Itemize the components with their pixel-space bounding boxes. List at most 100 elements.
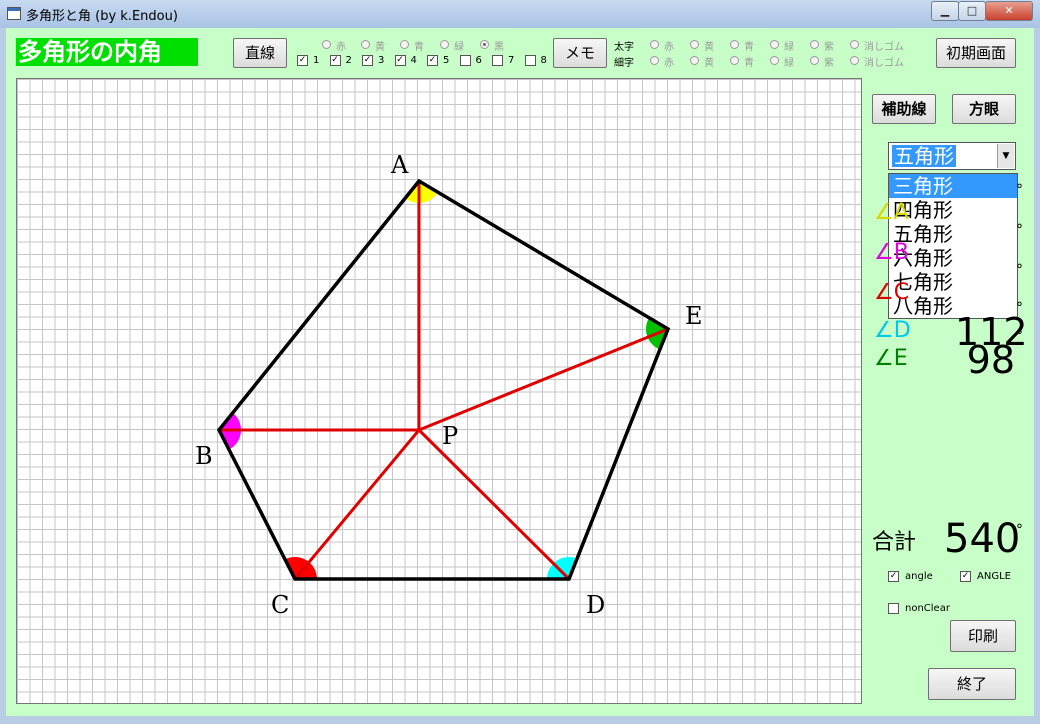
memo-radio-2-2[interactable] xyxy=(690,56,699,65)
minimize-button[interactable]: ▁ xyxy=(931,1,959,21)
vertex-label-B: B xyxy=(195,442,213,470)
memo-radio-label-1-4: 緑 xyxy=(784,42,794,53)
color-radio-label-1: 赤 xyxy=(336,42,346,53)
close-button[interactable]: ✕ xyxy=(985,1,1033,21)
vertex-label-A: A xyxy=(390,151,409,179)
memo-radio-2-6[interactable] xyxy=(850,56,859,65)
shape-select-value: 五角形 xyxy=(892,144,956,168)
polygon-edges xyxy=(216,178,671,581)
thin-label: 細字 xyxy=(614,58,634,69)
vertex-checkbox-6[interactable] xyxy=(459,55,471,66)
memo-radio-label-2-6: 消しゴム xyxy=(864,58,904,69)
memo-radio-2-4[interactable] xyxy=(770,56,779,65)
maximize-button[interactable]: □ xyxy=(958,1,986,21)
angle-label-4: ∠D xyxy=(874,318,911,343)
line-button[interactable]: 直線 xyxy=(233,38,287,68)
memo-radio-1-5[interactable] xyxy=(810,40,819,49)
total-label: 合計 xyxy=(872,530,917,555)
vertex-checkbox-1[interactable]: ✓ xyxy=(297,55,308,66)
memo-button[interactable]: メモ xyxy=(553,38,607,68)
color-radio-label-5: 黒 xyxy=(494,42,504,53)
aux-line-D xyxy=(417,428,571,581)
app-window-icon[interactable] xyxy=(7,7,21,20)
app-title: 多角形の内角 xyxy=(16,38,198,66)
vertex-checkbox-label-1: 1 xyxy=(313,55,320,66)
total-value: 540 xyxy=(944,516,1021,562)
color-radio-label-3: 青 xyxy=(414,42,424,53)
color-radio-5[interactable] xyxy=(480,40,489,49)
grid-toggle-button[interactable]: 方眼 xyxy=(952,94,1016,124)
total-degree: ° xyxy=(1016,522,1023,538)
exit-button[interactable]: 終了 xyxy=(928,668,1016,700)
vertex-checkbox-label-4: 4 xyxy=(410,55,417,66)
vertex-checkbox-label-7: 7 xyxy=(508,55,515,66)
vertex-checkbox-label-5: 5 xyxy=(443,55,450,66)
memo-radio-1-2[interactable] xyxy=(690,40,699,49)
vertex-checkbox-label-2: 2 xyxy=(345,55,352,66)
vertex-checkbox-3[interactable]: ✓ xyxy=(362,55,373,66)
angle-degree-3: ° xyxy=(1016,262,1023,278)
title-bar: 多角形と角 (by k.Endou) ▁ □ ✕ xyxy=(0,0,1040,28)
vertex-checkbox-label-6: 6 xyxy=(475,55,482,66)
drawing-grid[interactable]: A B C D E P xyxy=(16,78,862,704)
memo-radio-2-1[interactable] xyxy=(650,56,659,65)
shape-option-1[interactable]: 三角形 xyxy=(889,174,1017,198)
color-radio-1[interactable] xyxy=(322,40,331,49)
color-radio-label-4: 緑 xyxy=(454,42,464,53)
angle-value-5: 98 xyxy=(966,338,1015,382)
aux-line-C xyxy=(293,429,421,580)
angle-label-5: ∠E xyxy=(874,346,908,371)
vertex-checkbox-8[interactable] xyxy=(524,55,536,66)
thick-label: 太字 xyxy=(614,42,634,53)
color-radio-3[interactable] xyxy=(400,40,409,49)
angle-label-2: ∠B xyxy=(874,240,909,265)
angle-label-1: ∠A xyxy=(874,200,909,225)
nonclear-checkbox-label: nonClear xyxy=(905,603,950,614)
memo-radio-1-1[interactable] xyxy=(650,40,659,49)
vertex-checkbox-4[interactable]: ✓ xyxy=(394,55,406,66)
memo-radio-1-3[interactable] xyxy=(730,40,739,49)
angle-degree-1: ° xyxy=(1016,182,1023,198)
shape-select[interactable]: 五角形 ▼ xyxy=(888,142,1016,170)
vertex-checkbox-label-3: 3 xyxy=(378,55,385,66)
polygon-canvas: A B C D E P xyxy=(195,151,703,619)
memo-radio-label-1-3: 青 xyxy=(744,42,754,53)
memo-radio-label-2-4: 緑 xyxy=(784,58,794,69)
angle-checkbox[interactable]: ✓ xyxy=(888,571,899,582)
memo-radio-2-5[interactable] xyxy=(810,56,819,65)
aux-line-E xyxy=(418,327,669,432)
memo-radio-label-2-3: 青 xyxy=(744,58,754,69)
vertex-label-D: D xyxy=(586,591,605,619)
vertex-checkbox-5[interactable]: ✓ xyxy=(427,55,438,66)
memo-radio-label-1-1: 赤 xyxy=(664,42,674,53)
vertex-label-E: E xyxy=(685,302,703,330)
angle-label-3: ∠C xyxy=(874,280,910,305)
aux-line-button[interactable]: 補助線 xyxy=(872,94,936,124)
memo-radio-label-1-6: 消しゴム xyxy=(864,42,904,53)
angle-degree-4: ° xyxy=(1016,300,1023,316)
angle-checkbox-label: angle xyxy=(905,571,933,582)
color-radio-4[interactable] xyxy=(440,40,449,49)
ANGLE-checkbox[interactable]: ✓ xyxy=(960,571,971,582)
ANGLE-checkbox-label: ANGLE xyxy=(977,571,1011,582)
angle-degree-2: ° xyxy=(1016,222,1023,238)
memo-radio-1-4[interactable] xyxy=(770,40,779,49)
vertex-checkbox-2[interactable]: ✓ xyxy=(329,55,341,66)
memo-radio-label-2-1: 赤 xyxy=(664,58,674,69)
memo-radio-label-1-5: 紫 xyxy=(824,42,834,53)
color-radio-label-2: 黄 xyxy=(375,42,385,53)
window-title: 多角形と角 (by k.Endou) xyxy=(26,9,178,24)
memo-radio-2-3[interactable] xyxy=(730,56,739,65)
vertex-checkbox-7[interactable] xyxy=(492,55,503,66)
chevron-down-icon[interactable]: ▼ xyxy=(997,144,1014,168)
memo-radio-1-6[interactable] xyxy=(850,40,859,49)
reset-button[interactable]: 初期画面 xyxy=(936,38,1016,68)
print-button[interactable]: 印刷 xyxy=(950,620,1016,652)
memo-radio-label-1-2: 黄 xyxy=(704,42,714,53)
memo-radio-label-2-5: 紫 xyxy=(824,58,834,69)
memo-radio-label-2-2: 黄 xyxy=(704,58,714,69)
nonclear-checkbox[interactable] xyxy=(888,603,899,614)
color-radio-2[interactable] xyxy=(361,40,370,49)
vertex-label-C: C xyxy=(271,591,289,619)
center-label-P: P xyxy=(442,422,458,450)
